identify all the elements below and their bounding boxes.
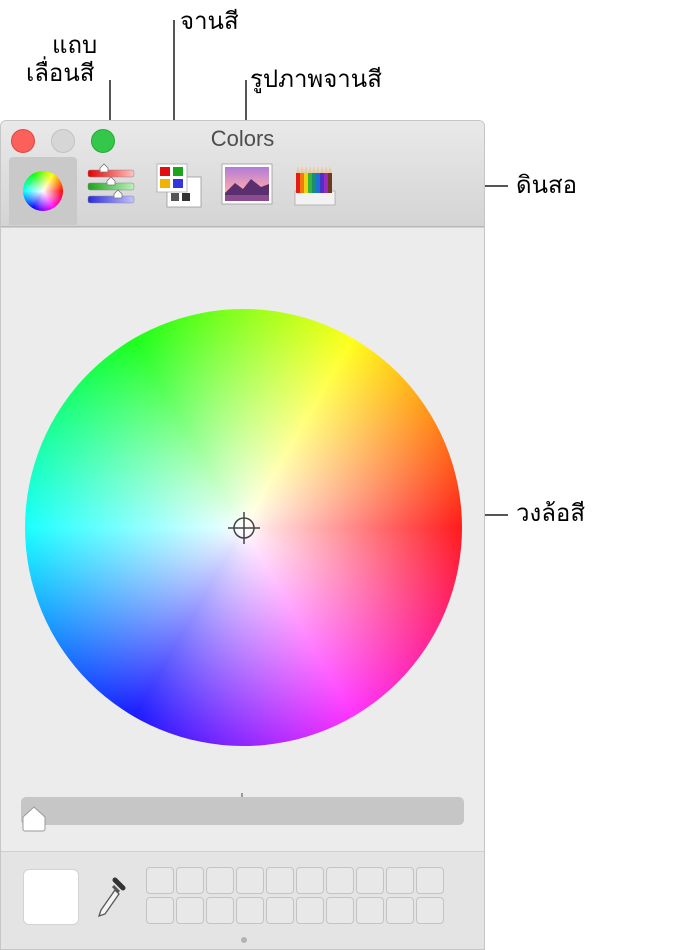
color-well[interactable]: [386, 897, 414, 924]
color-well[interactable]: [176, 897, 204, 924]
color-well[interactable]: [236, 867, 264, 894]
colors-window: Colors: [0, 120, 485, 950]
color-well[interactable]: [266, 867, 294, 894]
resize-handle[interactable]: [241, 937, 247, 943]
color-well[interactable]: [296, 867, 324, 894]
divider: [1, 227, 484, 228]
color-well[interactable]: [416, 897, 444, 924]
tab-pencils[interactable]: [289, 157, 341, 225]
eyedropper-icon[interactable]: [93, 876, 129, 920]
brightness-slider[interactable]: [21, 797, 464, 825]
color-wheel[interactable]: [25, 309, 462, 746]
callout-pencils: ดินสอ: [516, 171, 578, 199]
color-well[interactable]: [236, 897, 264, 924]
sliders-icon: [87, 163, 135, 204]
color-well[interactable]: [146, 897, 174, 924]
color-well[interactable]: [326, 867, 354, 894]
callout-image-palettes: รูปภาพจานสี: [250, 65, 382, 93]
color-well[interactable]: [176, 867, 204, 894]
current-color-swatch[interactable]: [23, 869, 79, 925]
color-well[interactable]: [326, 897, 354, 924]
color-wheel-icon: [23, 171, 63, 211]
crosshair-icon: [228, 512, 260, 544]
color-wells-grid: [146, 867, 444, 925]
tab-color-palettes[interactable]: [151, 157, 207, 225]
color-well[interactable]: [296, 897, 324, 924]
color-well[interactable]: [206, 867, 234, 894]
callout-sliders-line1: แถบ: [52, 31, 98, 59]
palettes-icon: [156, 163, 202, 208]
image-palette-icon: [221, 163, 273, 205]
color-well[interactable]: [416, 867, 444, 894]
window-title: Colors: [210, 126, 275, 151]
pencils-icon: [294, 166, 336, 206]
slider-thumb[interactable]: [21, 805, 47, 833]
callout-sliders-line2: เลื่อนสี: [26, 59, 95, 87]
color-well[interactable]: [356, 867, 384, 894]
color-well[interactable]: [356, 897, 384, 924]
title-bar: Colors: [1, 121, 484, 227]
color-well[interactable]: [266, 897, 294, 924]
tab-color-sliders[interactable]: [83, 157, 143, 225]
color-well[interactable]: [206, 897, 234, 924]
tab-image-palettes[interactable]: [219, 157, 277, 225]
color-well[interactable]: [146, 867, 174, 894]
callout-palettes: จานสี: [180, 7, 239, 35]
tab-color-wheel[interactable]: [9, 157, 77, 225]
callout-color-wheel: วงล้อสี: [516, 499, 585, 527]
color-well[interactable]: [386, 867, 414, 894]
